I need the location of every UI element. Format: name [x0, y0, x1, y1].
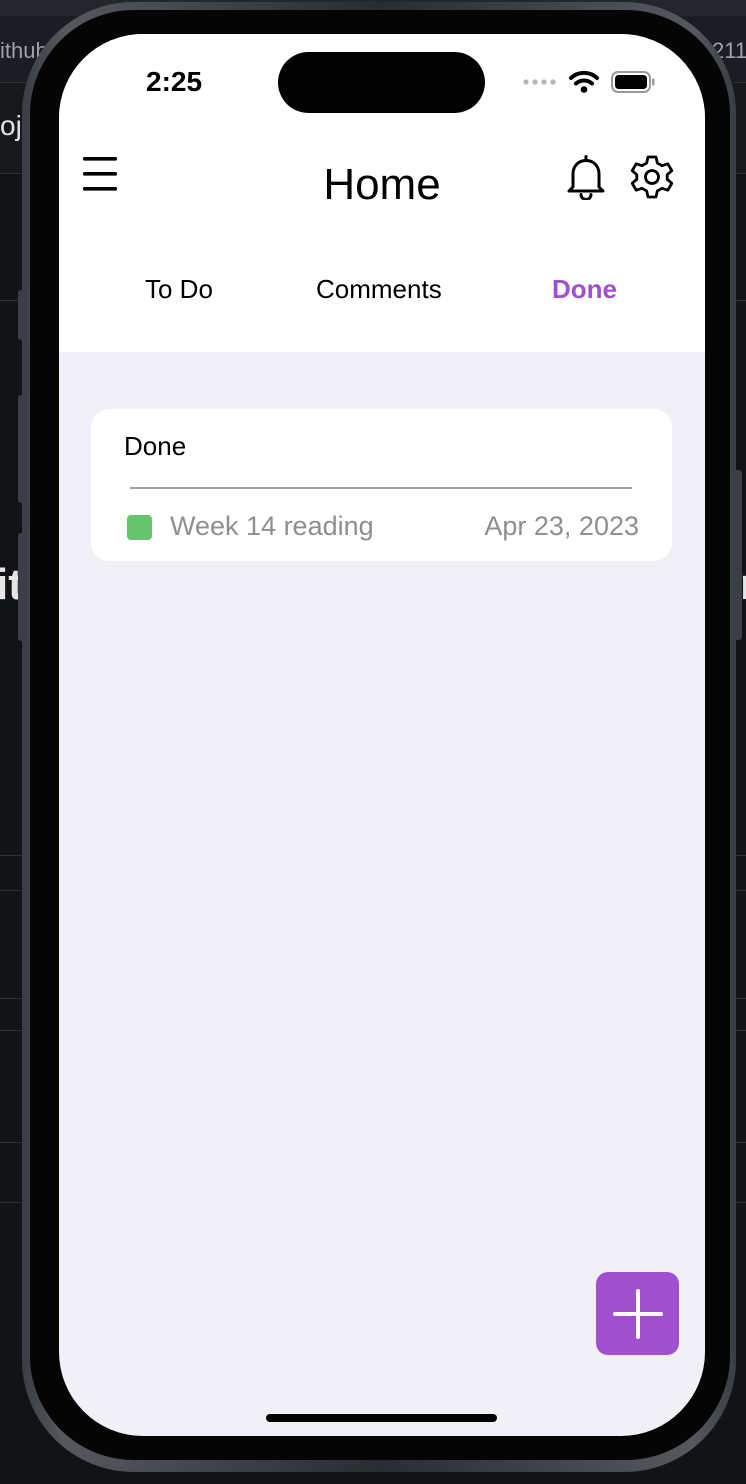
cellular-dots-icon [523, 79, 556, 85]
action-button [18, 290, 26, 340]
app-header: 2:25 Home To Do Comments Done [59, 34, 705, 352]
volume-up-button [18, 395, 26, 503]
plus-icon [612, 1288, 663, 1339]
volume-down-button [18, 533, 26, 641]
status-icons [523, 68, 655, 96]
task-date: Apr 23, 2023 [484, 511, 639, 541]
bell-icon[interactable] [564, 154, 608, 200]
tab-to-do[interactable]: To Do [145, 274, 213, 305]
task-label: Week 14 reading [170, 511, 374, 541]
section-title: Done [124, 431, 187, 461]
page-title: Home [323, 160, 441, 209]
home-indicator[interactable] [266, 1414, 497, 1422]
battery-icon [611, 71, 655, 93]
color-swatch [127, 515, 152, 540]
list-item[interactable]: Week 14 reading Apr 23, 2023 [91, 509, 672, 549]
section-divider [130, 487, 632, 489]
dynamic-island [278, 52, 485, 113]
gear-icon[interactable] [630, 154, 674, 200]
side-button [734, 470, 742, 640]
status-time: 2:25 [146, 66, 203, 97]
wifi-icon [569, 70, 599, 93]
tab-bar: To Do Comments Done [59, 274, 705, 320]
done-section-card: Done Week 14 reading Apr 23, 2023 [91, 409, 672, 561]
add-task-button[interactable] [596, 1272, 679, 1355]
phone-screen: 2:25 Home To Do Comments Done Done Week … [59, 34, 705, 1436]
tab-done[interactable]: Done [552, 274, 617, 305]
tab-comments[interactable]: Comments [316, 274, 442, 305]
